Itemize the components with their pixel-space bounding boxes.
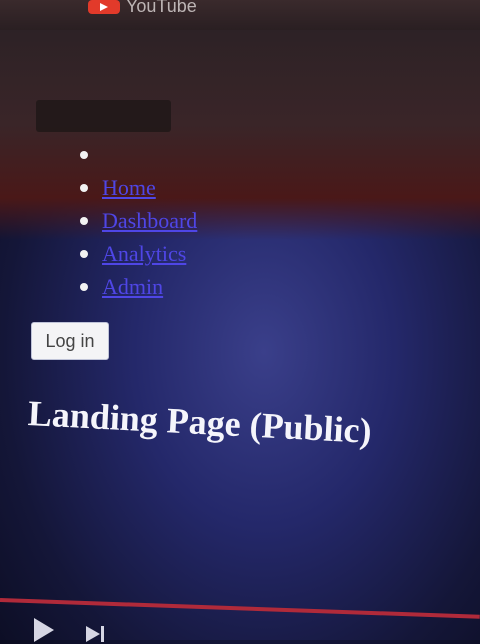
page-title: Landing Page (Public) <box>26 393 373 451</box>
bullet-icon <box>80 250 88 258</box>
video-progress-fill <box>0 598 480 619</box>
bullet-icon <box>80 217 88 225</box>
nav-link-admin[interactable]: Admin <box>102 272 163 302</box>
login-button[interactable]: Log in <box>31 322 109 360</box>
nav-link-analytics[interactable]: Analytics <box>102 239 186 269</box>
bullet-icon <box>80 151 88 159</box>
browser-top-bar: YouTube <box>0 0 480 30</box>
background-shelf <box>0 30 480 240</box>
youtube-play-icon[interactable] <box>88 0 120 14</box>
next-icon[interactable] <box>86 624 110 644</box>
shelf-bar <box>36 100 171 132</box>
bullet-icon <box>80 283 88 291</box>
play-icon[interactable] <box>34 618 54 642</box>
nav-link-home[interactable]: Home <box>102 173 156 203</box>
video-progress-bar[interactable] <box>0 598 480 619</box>
nav-link-dashboard[interactable]: Dashboard <box>102 206 197 236</box>
bullet-icon <box>80 184 88 192</box>
site-name: YouTube <box>126 0 197 16</box>
